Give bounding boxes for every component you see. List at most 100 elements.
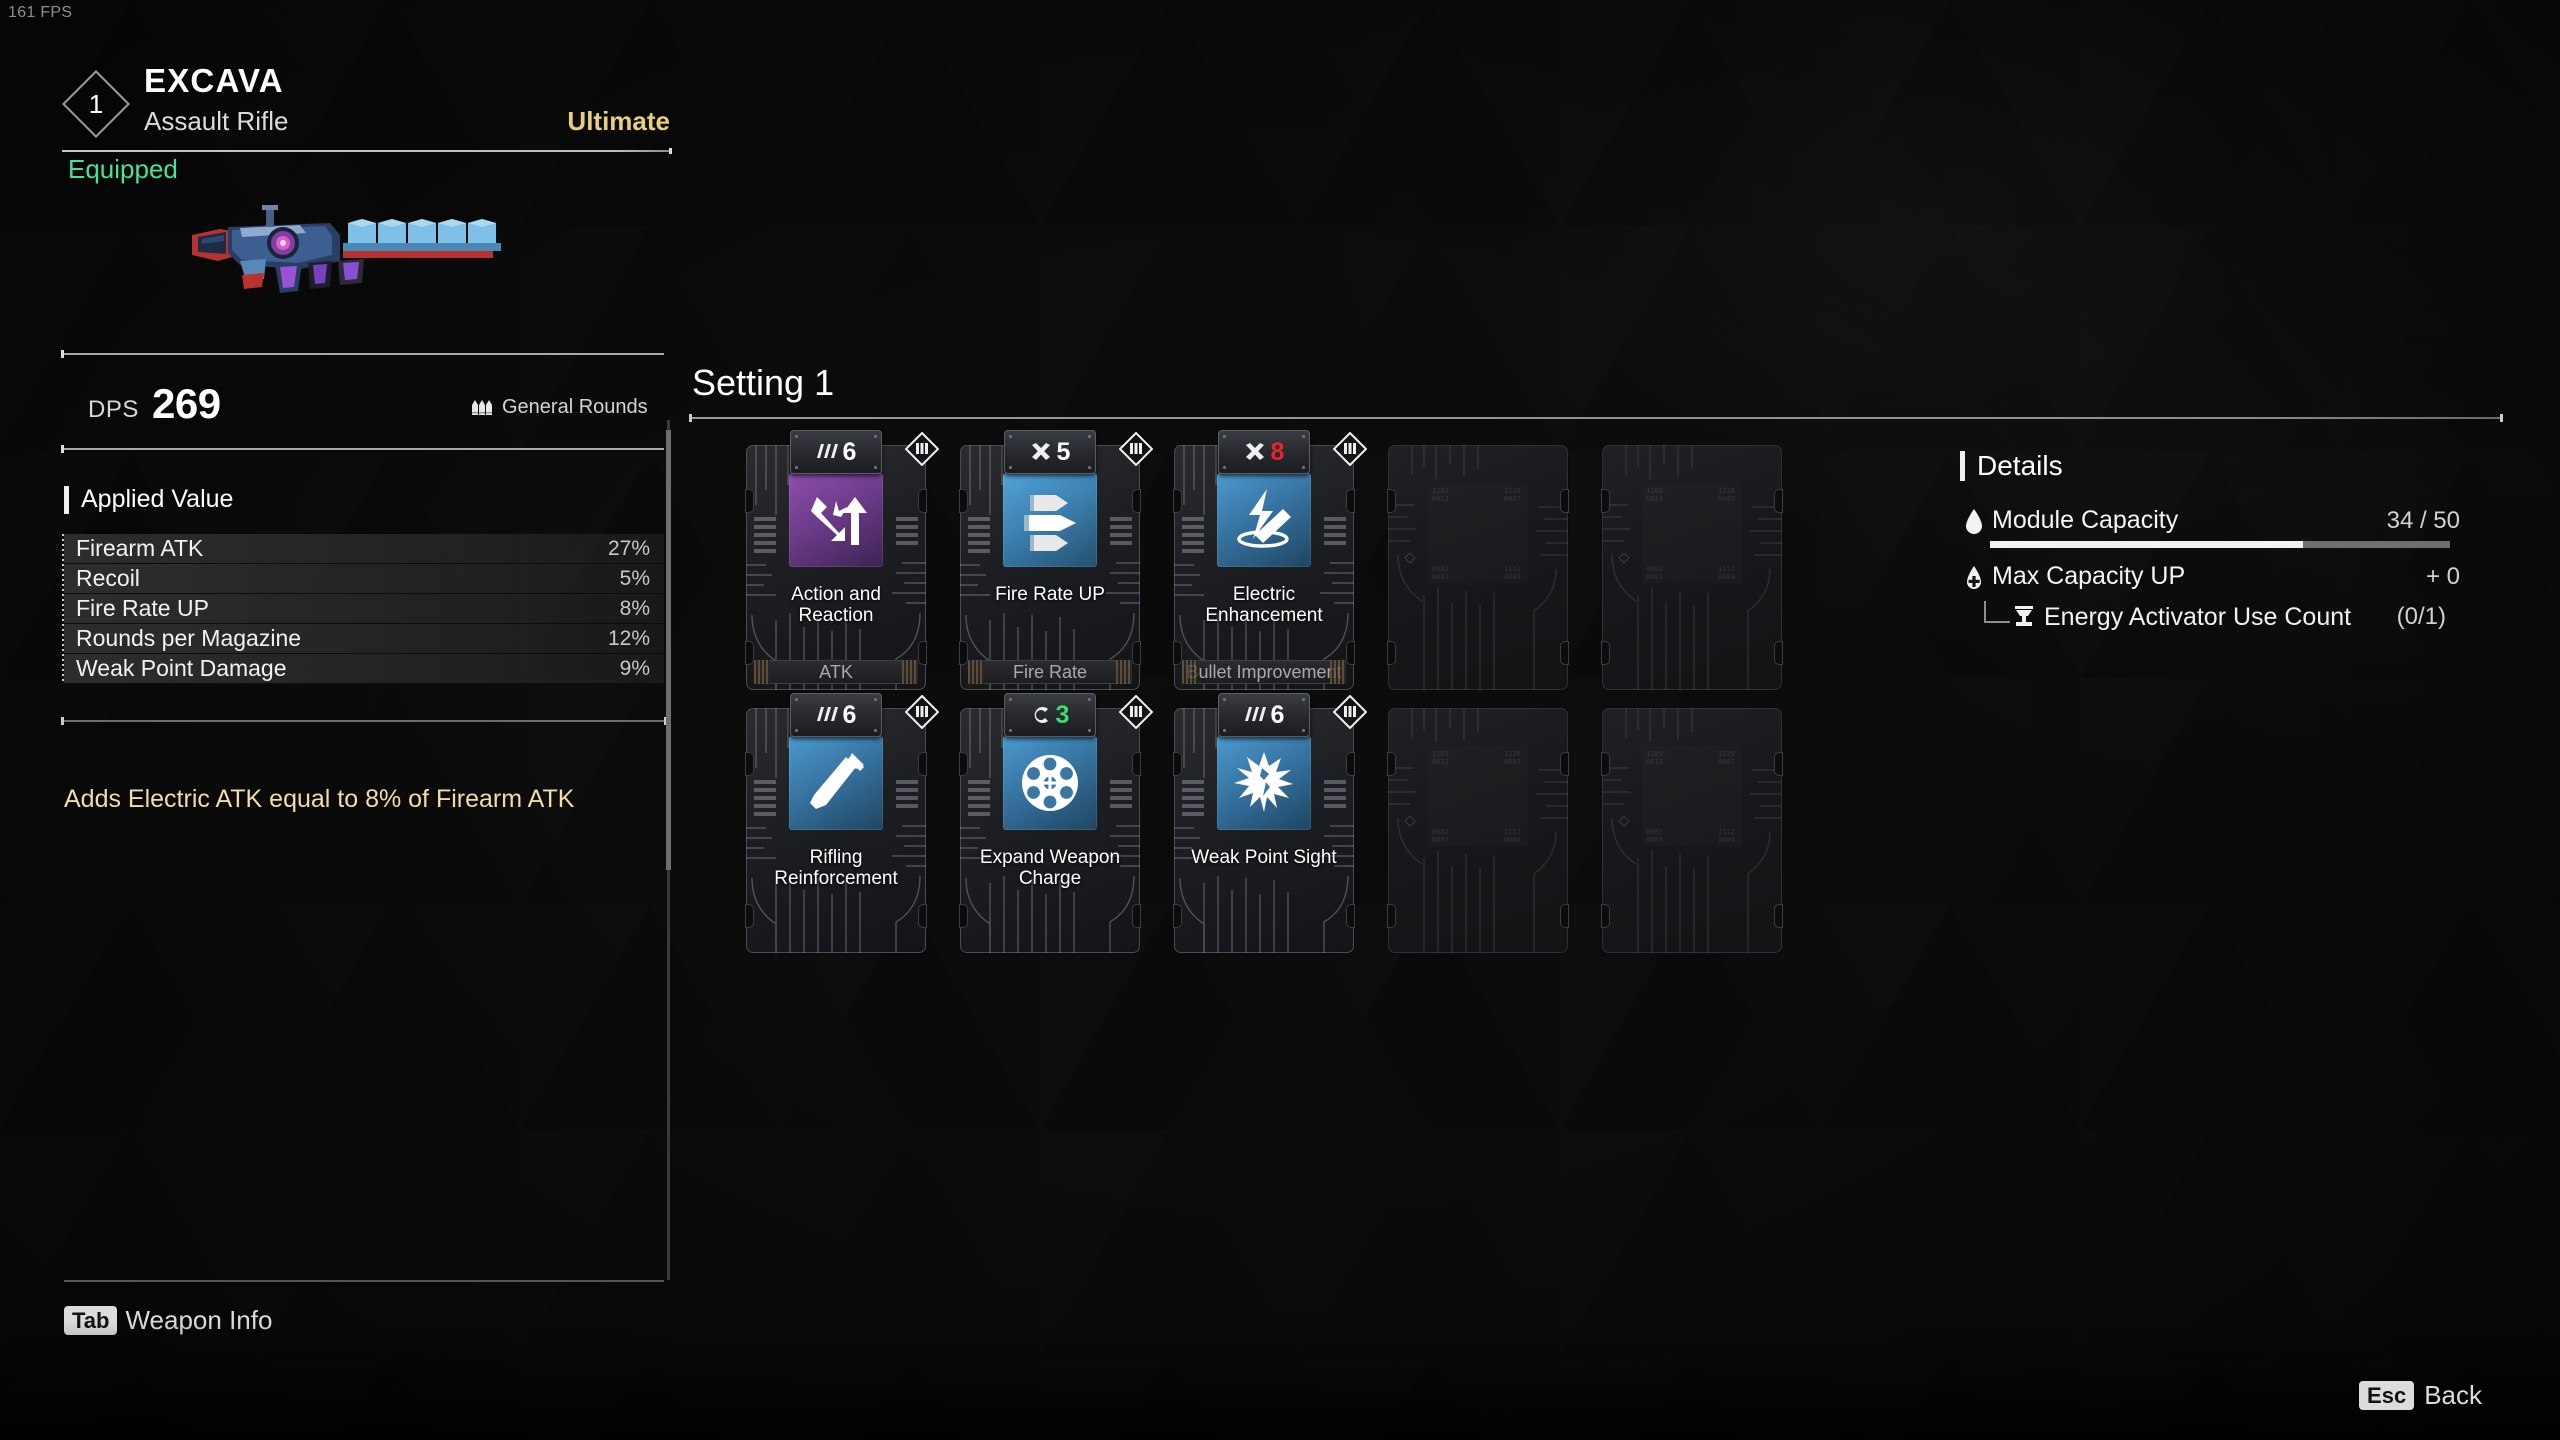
- svg-text:1112: 1112: [1718, 828, 1735, 836]
- weapon-slot-number: 1: [88, 88, 104, 119]
- tab-key: Tab: [64, 1305, 118, 1336]
- three-bullets-icon: [1024, 495, 1076, 551]
- socket-diamond-icon: [1119, 432, 1153, 466]
- bullet-up-icon: [810, 753, 864, 809]
- module-icon: [789, 736, 883, 830]
- circuit-pattern: 12030013 12200007 09028803 11120004: [1388, 445, 1568, 690]
- module-name: Action and Reaction: [791, 584, 881, 626]
- module-name: Expand Weapon Charge: [979, 847, 1121, 889]
- module-level: 6: [1270, 700, 1285, 729]
- stat-value: 8%: [619, 596, 650, 620]
- droplet-icon: [1960, 508, 1988, 534]
- stat-row: Weak Point Damage 9%: [62, 654, 664, 684]
- back-hint[interactable]: Esc Back: [2359, 1380, 2482, 1411]
- stat-row: Rounds per Magazine 12%: [62, 624, 664, 654]
- divider: [61, 445, 664, 453]
- socket-diamond-icon: [905, 695, 939, 729]
- svg-text:1112: 1112: [1718, 565, 1735, 573]
- ammo-type-label: General Rounds: [502, 396, 648, 418]
- module-capacity-label: Module Capacity: [1992, 506, 2179, 534]
- module-icon: [1217, 473, 1311, 567]
- bars-icon: [816, 707, 838, 721]
- module-icon: [1003, 473, 1097, 567]
- module-row: 6 Action and Reaction ATK 5 Fire Rate UP…: [745, 430, 1783, 690]
- setting-title: Setting 1: [692, 362, 835, 403]
- bars-icon: [1244, 707, 1266, 721]
- weapon-name: EXCAVA: [144, 62, 284, 99]
- module-level: 6: [842, 437, 857, 466]
- divider: [62, 148, 672, 154]
- max-capacity-row: Max Capacity UP + 0: [1960, 562, 2460, 591]
- module-card[interactable]: 3 Expand Weapon Charge: [959, 693, 1153, 953]
- stat-row: Recoil 5%: [62, 564, 664, 594]
- stat-name: Firearm ATK: [76, 535, 204, 561]
- module-category: Bullet Improvement: [1182, 660, 1346, 684]
- weapon-info-hint[interactable]: Tab Weapon Info: [64, 1305, 272, 1336]
- divider: [61, 350, 664, 358]
- module-icon: [789, 473, 883, 567]
- module-slot-empty[interactable]: 1203 0013 1220 0007 0902 8803 1112 0004: [1387, 445, 1569, 690]
- svg-text:0902: 0902: [1646, 565, 1663, 573]
- module-card[interactable]: 8 Electric Enhancement Bullet Improvement: [1173, 430, 1367, 690]
- module-level-badge: 3: [1004, 693, 1096, 737]
- module-name: Weak Point Sight: [1191, 847, 1337, 868]
- module-slot-empty[interactable]: 1203 0013 1220 0007 0902 8803 1112 0004: [1601, 445, 1783, 690]
- left-panel-scrollbar-thumb[interactable]: [666, 430, 671, 870]
- module-row: 6 Rifling Reinforcement 3 Expand Weapon …: [745, 693, 1783, 953]
- svg-text:0007: 0007: [1718, 495, 1735, 503]
- socket-diamond-icon: [1333, 432, 1367, 466]
- module-icon: [1217, 736, 1311, 830]
- module-level-badge: 8: [1218, 430, 1310, 474]
- svg-text:0007: 0007: [1504, 495, 1521, 503]
- details-heading: Details: [1960, 450, 2460, 482]
- applied-value-heading: Applied Value: [64, 485, 233, 514]
- socket-diamond-icon: [1333, 695, 1367, 729]
- socket-diamond-icon: [1119, 695, 1153, 729]
- weapon-info-panel: 1 EXCAVA Assault Rifle Ultimate Equipped: [0, 0, 700, 1440]
- module-level-badge: 6: [790, 430, 882, 474]
- module-level-badge: 5: [1004, 430, 1096, 474]
- stat-value: 12%: [607, 626, 650, 650]
- module-card[interactable]: 6 Weak Point Sight: [1173, 693, 1367, 953]
- stat-row: Fire Rate UP 8%: [62, 594, 664, 624]
- max-capacity-value: + 0: [2425, 562, 2460, 590]
- svg-text:1203: 1203: [1646, 750, 1663, 758]
- stat-value: 9%: [619, 656, 650, 680]
- svg-text:1203: 1203: [1432, 487, 1449, 495]
- stat-name: Recoil: [76, 565, 140, 591]
- equipped-status: Equipped: [68, 154, 178, 184]
- module-level: 5: [1056, 437, 1071, 466]
- weapon-effect-text: Adds Electric ATK equal to 8% of Firearm…: [64, 785, 575, 813]
- svg-text:1203: 1203: [1646, 487, 1663, 495]
- svg-text:0013: 0013: [1432, 758, 1449, 766]
- svg-text:0004: 0004: [1504, 836, 1521, 844]
- c-icon: [1034, 707, 1048, 723]
- weapon-type: Assault Rifle: [144, 106, 289, 136]
- svg-text:8803: 8803: [1646, 836, 1663, 844]
- dps-label: DPS: [88, 396, 139, 423]
- module-slot-empty[interactable]: 1203 0013 1220 0007 0902 8803 1112 0004: [1601, 708, 1783, 953]
- svg-text:0902: 0902: [1432, 565, 1449, 573]
- module-card[interactable]: 5 Fire Rate UP Fire Rate: [959, 430, 1153, 690]
- module-card[interactable]: 6 Rifling Reinforcement: [745, 693, 939, 953]
- energy-activator-row: Energy Activator Use Count (0/1): [1984, 601, 2460, 633]
- svg-text:1112: 1112: [1504, 565, 1521, 573]
- svg-text:8803: 8803: [1646, 573, 1663, 581]
- module-icon: [1003, 736, 1097, 830]
- module-category: Fire Rate: [968, 660, 1132, 684]
- weakpoint-burst-icon: [1234, 752, 1293, 812]
- circuit-pattern: 12030013 12200007 09028803 11120004: [1388, 708, 1568, 953]
- divider: [64, 1280, 664, 1282]
- tree-elbow: [1984, 601, 2010, 623]
- weapon-slot-badge: 1: [62, 70, 130, 138]
- module-level: 6: [842, 700, 857, 729]
- svg-text:1220: 1220: [1718, 487, 1735, 495]
- ammo-type-row: General Rounds: [470, 396, 648, 419]
- module-card[interactable]: 6 Action and Reaction ATK: [745, 430, 939, 690]
- svg-text:0007: 0007: [1718, 758, 1735, 766]
- weapon-image: [192, 205, 501, 293]
- socket-diamond-icon: [905, 432, 939, 466]
- module-slot-empty[interactable]: 1203 0013 1220 0007 0902 8803 1112 0004: [1387, 708, 1569, 953]
- svg-text:0004: 0004: [1718, 836, 1735, 844]
- svg-text:1220: 1220: [1504, 487, 1521, 495]
